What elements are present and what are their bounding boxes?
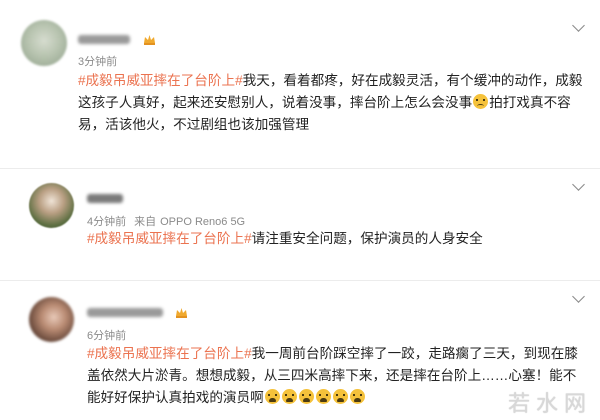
chevron-down-icon[interactable] <box>572 19 585 32</box>
comment-meta: 3分钟前 <box>78 53 125 69</box>
chevron-down-icon[interactable] <box>572 178 585 191</box>
hashtag-link[interactable]: #成毅吊威亚摔在了台阶上# <box>87 231 252 246</box>
hashtag-link[interactable]: #成毅吊威亚摔在了台阶上# <box>78 73 243 88</box>
comment-text: #成毅吊威亚摔在了台阶上#请注重安全问题，保护演员的人身安全 <box>87 228 587 250</box>
comment-text: #成毅吊威亚摔在了台阶上#我天，看着都疼，好在成毅灵活，有个缓冲的动作，成毅这孩… <box>78 70 583 136</box>
comment-source: 来自 <box>134 216 157 228</box>
comment-card: 3分钟前 #成毅吊威亚摔在了台阶上#我天，看着都疼，好在成毅灵活，有个缓冲的动作… <box>0 0 600 168</box>
comment-meta: 4分钟前 来自 OPPO Reno6 5G <box>87 213 253 229</box>
username[interactable] <box>87 194 123 203</box>
username[interactable] <box>78 35 130 44</box>
chevron-down-icon[interactable] <box>572 290 585 303</box>
comment-time: 4分钟前 <box>87 216 127 228</box>
emoji-icon <box>473 94 489 109</box>
emoji-icon <box>332 389 348 404</box>
avatar[interactable] <box>29 183 74 228</box>
comment-card: 6分钟前 #成毅吊威亚摔在了台阶上#我一周前台阶踩空摔了一跤，走路瘸了三天，到现… <box>0 280 600 420</box>
emoji-icon <box>349 389 365 404</box>
comment-time: 3分钟前 <box>78 56 118 68</box>
member-badge-icon <box>144 35 155 45</box>
username[interactable] <box>87 308 163 317</box>
comment-card: 4分钟前 来自 OPPO Reno6 5G #成毅吊威亚摔在了台阶上#请注重安全问题… <box>0 168 600 275</box>
emoji-icon <box>264 389 280 404</box>
member-badge-icon <box>176 308 187 318</box>
emoji-icon <box>298 389 314 404</box>
comment-device[interactable]: OPPO Reno6 5G <box>160 216 245 228</box>
avatar[interactable] <box>29 297 74 342</box>
comment-text-part: 请注重安全问题，保护演员的人身安全 <box>251 231 483 246</box>
watermark: 若水网 <box>507 392 592 417</box>
comment-meta: 6分钟前 <box>87 327 134 343</box>
emoji-icon <box>315 389 331 404</box>
avatar[interactable] <box>21 20 67 66</box>
emoji-icon <box>281 389 297 404</box>
comment-time: 6分钟前 <box>87 330 127 342</box>
hashtag-link[interactable]: #成毅吊威亚摔在了台阶上# <box>87 346 252 361</box>
